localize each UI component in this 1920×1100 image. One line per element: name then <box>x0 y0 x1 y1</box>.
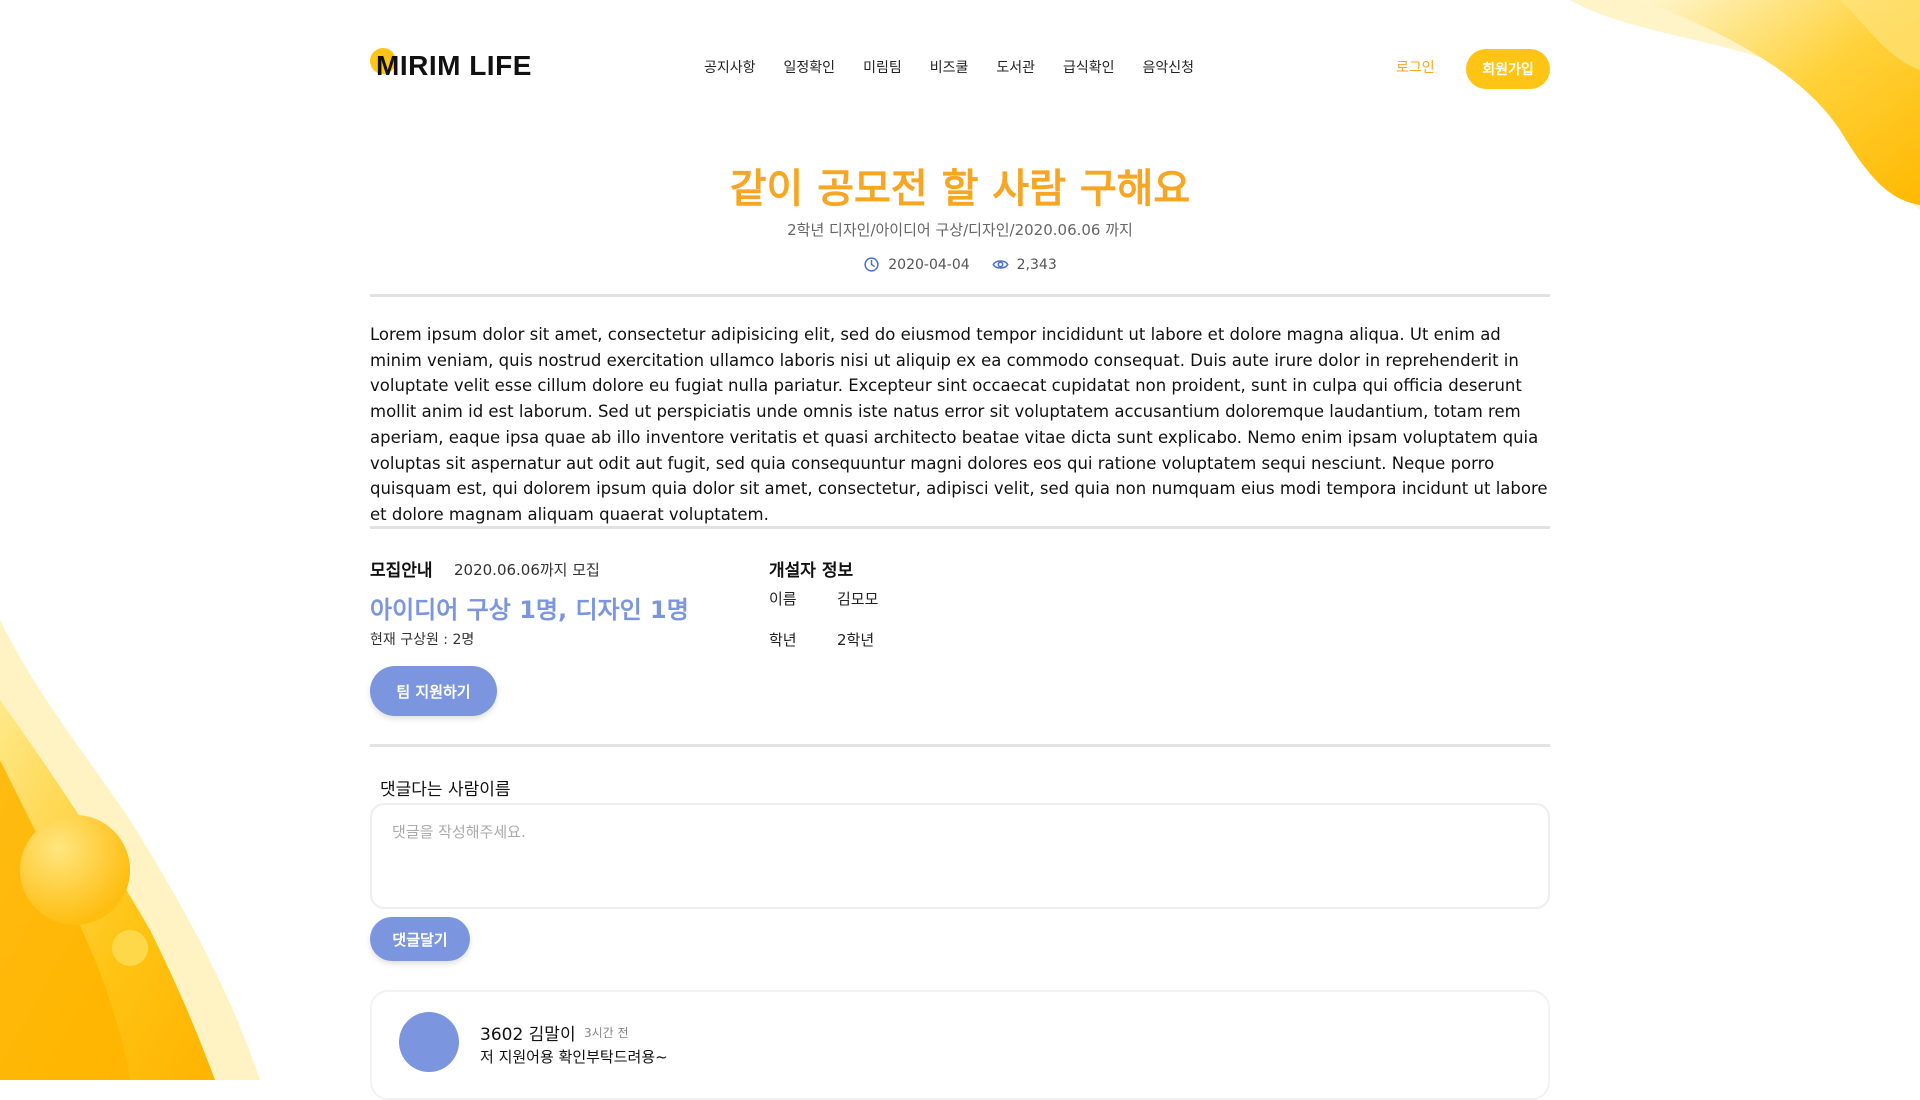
comment-time: 3시간 전 <box>584 1026 629 1040</box>
post-subtitle: 2학년 디자인/아이디어 구상/디자인/2020.06.06 까지 <box>787 221 1133 239</box>
comment-submit-button[interactable]: 댓글달기 <box>370 917 470 961</box>
divider-bottom <box>370 744 1550 747</box>
comment-author: 3602 김말이 <box>480 1025 576 1045</box>
developer-grade-row: 학년 2학년 <box>769 629 874 650</box>
commenter-name: 댓글다는 사람이름 <box>380 780 511 800</box>
nav-item-mirim-team[interactable]: 미림팀 <box>863 57 902 77</box>
post-body: Lorem ipsum dolor sit amet, consectetur … <box>370 325 1548 524</box>
eye-icon <box>992 260 1009 269</box>
developer-name-label: 이름 <box>769 590 797 608</box>
nav-item-schedule[interactable]: 일정확인 <box>784 57 836 77</box>
post-views-text: 2,343 <box>1016 256 1057 273</box>
post-date: 2020-04-04 <box>863 256 970 273</box>
divider-top <box>370 294 1550 297</box>
comment-text: 저 지원어용 확인부탁드려용~ <box>480 1048 668 1066</box>
login-link[interactable]: 로그인 <box>1396 57 1435 77</box>
divider-middle <box>370 526 1550 529</box>
recruit-deadline: 2020.06.06까지 모집 <box>454 561 600 579</box>
post-views: 2,343 <box>992 256 1057 273</box>
main-nav: 공지사항 일정확인 미림팀 비즈쿨 도서관 급식확인 음악신청 <box>704 57 1222 77</box>
clock-icon <box>864 257 879 272</box>
developer-name-value: 김모모 <box>837 590 879 608</box>
post-meta: 2020-04-04 2,343 <box>370 256 1550 273</box>
comment-placeholder: 댓글을 작성해주세요. <box>392 823 526 841</box>
comment-item: 3602 김말이 3시간 전 저 지원어용 확인부탁드려용~ <box>370 990 1550 1100</box>
nav-item-notice[interactable]: 공지사항 <box>704 57 756 77</box>
recruit-current-members: 현재 구상원 : 2명 <box>370 632 475 648</box>
signup-button[interactable]: 회원가입 <box>1466 49 1550 89</box>
page-container: MIRIM LIFE 공지사항 일정확인 미림팀 비즈쿨 도서관 급식확인 음악… <box>370 0 1550 1100</box>
nav-item-library[interactable]: 도서관 <box>996 57 1035 77</box>
developer-grade-label: 학년 <box>769 631 797 649</box>
nav-item-bizcool[interactable]: 비즈쿨 <box>930 57 969 77</box>
developer-grade-value: 2학년 <box>837 631 875 649</box>
comment-input[interactable]: 댓글을 작성해주세요. <box>370 803 1550 909</box>
avatar <box>399 1012 459 1072</box>
logo-text: MIRIM LIFE <box>376 50 532 81</box>
nav-item-music[interactable]: 음악신청 <box>1143 57 1195 77</box>
recruit-roles: 아이디어 구상 1명, 디자인 1명 <box>370 596 689 624</box>
apply-team-button[interactable]: 팀 지원하기 <box>370 666 497 716</box>
developer-info-title: 개설자 정보 <box>769 561 854 581</box>
nav-item-meal[interactable]: 급식확인 <box>1063 57 1115 77</box>
post-date-text: 2020-04-04 <box>888 256 970 273</box>
developer-name-row: 이름 김모모 <box>769 588 878 609</box>
recruit-label: 모집안내 <box>370 561 433 581</box>
post-title: 같이 공모전 할 사람 구해요 <box>729 166 1191 212</box>
